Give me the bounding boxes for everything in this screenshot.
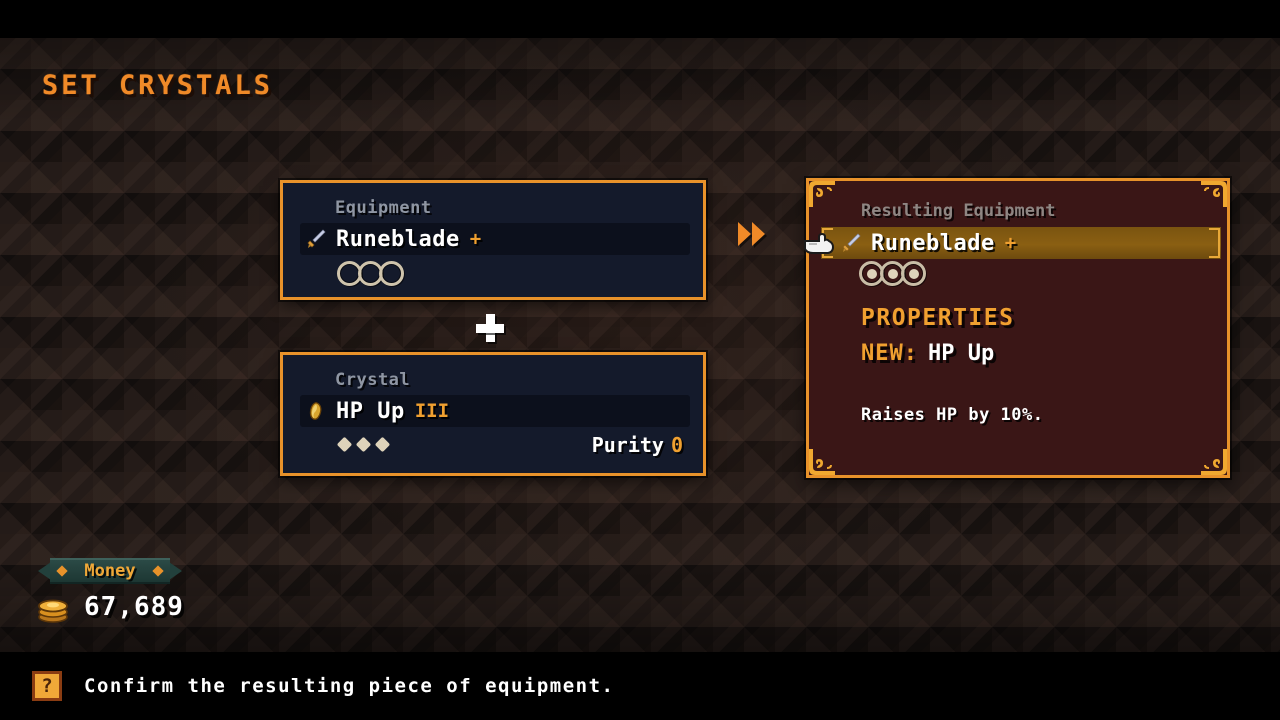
socket-filled xyxy=(901,261,926,286)
crystal-item-row[interactable]: HP Up III xyxy=(300,395,690,427)
purity-value: 0 xyxy=(670,433,683,457)
hint-text: Confirm the resulting piece of equipment… xyxy=(84,675,615,697)
socket-empty[interactable] xyxy=(379,261,404,286)
coin-stack-icon xyxy=(36,592,70,624)
purity-label: Purity xyxy=(591,433,664,457)
resulting-item-row[interactable]: Runeblade + xyxy=(821,227,1221,259)
money-label: Money xyxy=(84,561,136,581)
pointing-hand-cursor-icon xyxy=(803,229,849,259)
money-banner: Money xyxy=(36,558,184,584)
equipment-panel-label: Equipment xyxy=(335,198,432,218)
crystal-panel[interactable]: Crystal HP Up III Purity 0 xyxy=(280,352,706,476)
new-property-key: NEW: xyxy=(861,341,918,366)
money-amount: 67,689 xyxy=(84,592,184,622)
rank-dot xyxy=(336,436,353,453)
sword-icon xyxy=(302,225,330,253)
resulting-item-name: Runeblade xyxy=(871,230,995,256)
crystal-item-rank: III xyxy=(414,400,450,422)
rank-dot xyxy=(355,436,372,453)
equipment-item-suffix: + xyxy=(469,228,482,250)
resulting-item-suffix: + xyxy=(1004,232,1017,254)
letterbox-top xyxy=(0,0,1280,38)
property-description: Raises HP by 10%. xyxy=(861,405,1044,425)
game-screen: SET CRYSTALS Equipment Runeblade + Cryst… xyxy=(0,0,1280,720)
chevron-1 xyxy=(738,222,751,246)
rank-dot xyxy=(374,436,391,453)
equipment-sockets[interactable] xyxy=(337,261,404,286)
crystal-item-name: HP Up xyxy=(336,398,405,424)
row-bracket-right xyxy=(1209,228,1220,258)
hint-bar: ? Confirm the resulting piece of equipme… xyxy=(0,652,1280,720)
page-title: SET CRYSTALS xyxy=(42,70,274,101)
equipment-item-row[interactable]: Runeblade + xyxy=(300,223,690,255)
question-mark-icon: ? xyxy=(32,671,62,701)
crystal-rank-dots xyxy=(336,436,391,453)
new-property-line: NEW: HP Up xyxy=(861,341,994,366)
corner-ornament-top-right xyxy=(1199,179,1229,209)
crystal-panel-label: Crystal xyxy=(335,370,411,390)
double-chevron-right-icon xyxy=(738,222,765,246)
corner-ornament-bottom-right xyxy=(1199,447,1229,477)
new-property-value: HP Up xyxy=(927,341,995,366)
resulting-sockets xyxy=(859,261,926,286)
gem-icon xyxy=(302,397,330,425)
resulting-equipment-label: Resulting Equipment xyxy=(861,201,1056,221)
properties-heading: PROPERTIES xyxy=(861,305,1015,331)
combine-plus-icon xyxy=(476,314,504,342)
resulting-equipment-panel[interactable]: Resulting Equipment Runeblade + PROPERTI… xyxy=(803,178,1230,478)
equipment-item-name: Runeblade xyxy=(336,226,460,252)
purity-readout: Purity 0 xyxy=(592,433,683,457)
chevron-2 xyxy=(752,222,765,246)
equipment-panel[interactable]: Equipment Runeblade + xyxy=(280,180,706,300)
corner-ornament-bottom-left xyxy=(807,447,837,477)
corner-ornament-top-left xyxy=(807,179,837,209)
